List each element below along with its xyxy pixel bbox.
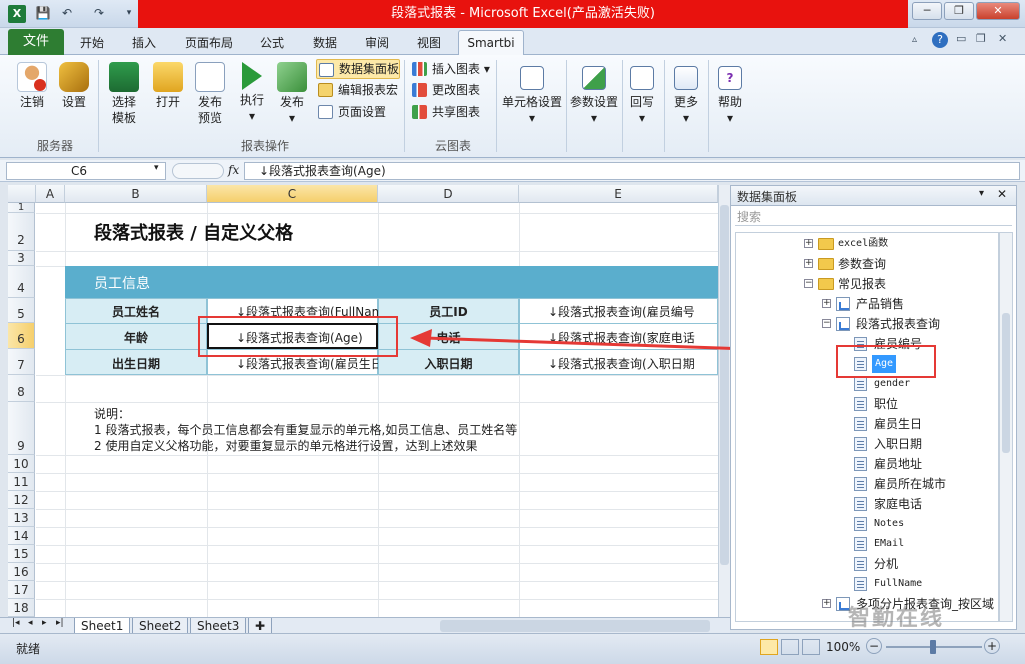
folder-open-icon — [818, 278, 834, 290]
expand-icon[interactable]: + — [822, 299, 831, 308]
tree-node-field[interactable]: 职位 — [874, 395, 898, 413]
tree-node-field[interactable]: 雇员生日 — [874, 415, 922, 433]
field-icon — [854, 457, 867, 471]
view-page-break-icon[interactable] — [802, 639, 820, 655]
field-icon — [854, 497, 867, 511]
status-ready: 就绪 — [16, 642, 41, 656]
folder-icon — [818, 238, 834, 250]
field-icon — [854, 417, 867, 431]
dataset-panel: 数据集面板 ▾ ✕ 搜索 + excel函数 + 参数查询 − 常见报表 + 产… — [730, 185, 1017, 630]
panel-title: 数据集面板 — [737, 190, 798, 204]
field-icon — [854, 557, 867, 571]
tree-node-field[interactable]: EMail — [874, 535, 904, 553]
field-icon — [854, 517, 867, 531]
field-icon — [854, 377, 867, 391]
collapse-icon[interactable]: − — [822, 319, 831, 328]
panel-tree: + excel函数 + 参数查询 − 常见报表 + 产品销售 − 段落式报表查询… — [735, 232, 999, 622]
expand-icon[interactable]: + — [804, 239, 813, 248]
tree-node-field[interactable]: 入职日期 — [874, 435, 922, 453]
watermark: 智勤在线 — [848, 606, 945, 631]
tree-node-field[interactable]: 雇员所在城市 — [874, 475, 946, 493]
zoom-in-icon[interactable]: + — [984, 638, 1000, 654]
view-normal-icon[interactable] — [760, 639, 778, 655]
field-icon — [854, 537, 867, 551]
expand-icon[interactable]: + — [822, 599, 831, 608]
tree-node-report[interactable]: 段落式报表查询 — [856, 315, 940, 333]
zoom-out-icon[interactable]: − — [866, 638, 882, 654]
tree-node-folder[interactable]: 参数查询 — [838, 255, 886, 273]
report-icon — [836, 297, 850, 311]
zoom-slider-thumb[interactable] — [930, 640, 936, 654]
tree-node-report[interactable]: 产品销售 — [856, 295, 904, 313]
expand-icon[interactable]: + — [804, 259, 813, 268]
tree-node-field[interactable]: 家庭电话 — [874, 495, 922, 513]
panel-header: 数据集面板 ▾ ✕ — [731, 186, 1016, 206]
tree-node-field[interactable]: FullName — [874, 575, 922, 593]
field-icon — [854, 437, 867, 451]
panel-search-input[interactable]: 搜索 — [735, 208, 1012, 226]
zoom-level[interactable]: 100% — [826, 640, 860, 654]
field-icon — [854, 477, 867, 491]
highlight-box-age — [836, 345, 936, 378]
tree-node-folder[interactable]: 常见报表 — [838, 275, 886, 293]
panel-options-icon[interactable]: ▾ — [979, 188, 984, 199]
folder-icon — [818, 258, 834, 270]
status-bar: 就绪 100% − + — [0, 633, 1025, 664]
tree-node-field[interactable]: 雇员地址 — [874, 455, 922, 473]
view-page-layout-icon[interactable] — [781, 639, 799, 655]
report-icon — [836, 317, 850, 331]
field-icon — [854, 577, 867, 591]
tree-node-field[interactable]: Notes — [874, 515, 904, 533]
tree-node-folder[interactable]: excel函数 — [838, 235, 888, 253]
collapse-icon[interactable]: − — [804, 279, 813, 288]
panel-tree-scrollbar[interactable] — [999, 232, 1013, 622]
field-icon — [854, 397, 867, 411]
panel-close-icon[interactable]: ✕ — [997, 187, 1007, 201]
tree-node-field[interactable]: 分机 — [874, 555, 898, 573]
